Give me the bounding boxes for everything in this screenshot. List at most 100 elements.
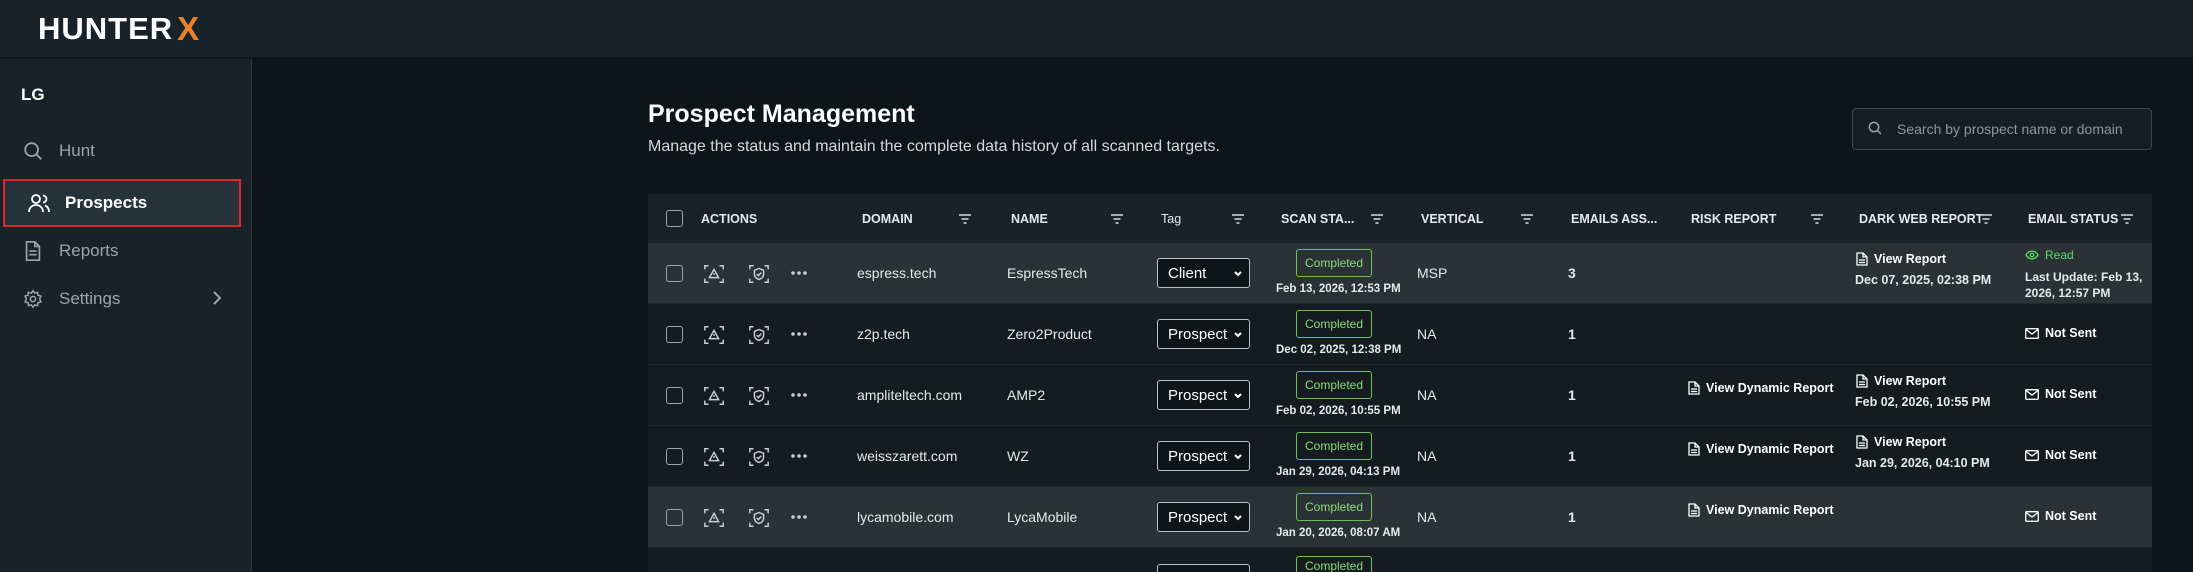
scan-icon[interactable] [702,262,726,286]
dark-web-label: View Report [1874,435,1947,449]
header-name[interactable]: NAME [1011,194,1048,243]
tag-select[interactable]: Prospect [1157,380,1250,410]
filter-icon[interactable] [1810,194,1824,243]
logo-mark: X [177,10,201,47]
tag-select[interactable] [1157,564,1250,572]
row-checkbox[interactable] [666,509,683,526]
filter-icon[interactable] [2120,194,2134,243]
filter-icon[interactable] [1231,194,1245,243]
scan-date: Feb 02, 2026, 10:55 PM [1276,405,1401,417]
page-title: Prospect Management [648,100,915,128]
email-last-update: Last Update: Feb 13, 2026, 12:57 PM [2025,270,2143,300]
filter-icon[interactable] [1520,194,1534,243]
search-icon [1867,120,1885,138]
header-emails[interactable]: EMAILS ASS... [1571,194,1657,243]
page-subtitle: Manage the status and maintain the compl… [648,138,1220,155]
logo-text: HUNTER [38,11,174,46]
user-initials[interactable]: LG [21,85,45,105]
chevron-down-icon [1233,328,1243,345]
sidebar-item-hunt[interactable]: Hunt [0,127,252,175]
row-checkbox[interactable] [666,387,683,404]
scan-status-badge: Completed [1296,432,1373,460]
row-checkbox[interactable] [666,326,683,343]
row-checkbox[interactable] [666,448,683,465]
view-dark-web-report-link[interactable]: View Report [1856,435,1946,449]
table-row[interactable]: ampliteltech.com AMP2 Prospect Completed Feb… [648,365,2152,426]
search-input[interactable] [1897,121,2147,137]
view-dark-web-report-link[interactable]: View Report [1856,374,1946,388]
search-box[interactable] [1852,108,2152,150]
document-icon [1688,442,1700,456]
more-options-icon[interactable] [787,322,811,346]
more-options-icon[interactable] [787,505,811,529]
name-cell: LycaMobile [1007,509,1078,525]
sidebar-item-reports[interactable]: Reports [0,227,252,275]
select-all-checkbox[interactable] [666,210,683,227]
filter-icon[interactable] [958,194,972,243]
shield-check-icon[interactable] [747,384,771,408]
email-status: Not Sent [2025,448,2096,462]
header-email-status[interactable]: EMAIL STATUS [2028,194,2118,243]
mail-icon [2025,510,2039,522]
header-vertical[interactable]: VERTICAL [1421,194,1484,243]
scan-date: Dec 02, 2025, 12:38 PM [1276,344,1402,356]
sidebar: LG Hunt Prospects Reports Settings [0,59,252,572]
tag-select[interactable]: Prospect [1157,319,1250,349]
scan-icon[interactable] [702,384,726,408]
tag-value: Prospect [1168,325,1228,343]
tag-select[interactable]: Client [1157,258,1250,288]
table-row[interactable]: z2p.tech Zero2Product Prospect Completed Dec… [648,304,2152,365]
tag-select[interactable]: Prospect [1157,502,1250,532]
users-icon [27,191,51,215]
header-scan-status[interactable]: SCAN STA... [1281,194,1354,243]
emails-count: 1 [1568,326,1576,342]
view-dynamic-report-link[interactable]: View Dynamic Report [1688,442,1834,456]
name-cell: Zero2Product [1007,326,1092,342]
table-row[interactable]: lycamobile.com LycaMobile Prospect Complete… [648,487,2152,548]
scan-status-badge: Completed [1296,371,1373,399]
scan-icon[interactable] [702,445,726,469]
shield-check-icon[interactable] [747,323,771,347]
view-dynamic-report-link[interactable]: View Dynamic Report [1688,503,1834,517]
more-options-icon[interactable] [787,261,811,285]
filter-icon[interactable] [1370,194,1384,243]
sidebar-item-settings[interactable]: Settings [0,275,252,323]
email-status-label: Not Sent [2045,326,2097,340]
shield-check-icon[interactable] [747,506,771,530]
sidebar-item-prospects[interactable]: Prospects [3,179,241,227]
emails-count: 1 [1568,509,1576,525]
shield-check-icon[interactable] [747,445,771,469]
tag-select[interactable]: Prospect [1157,441,1250,471]
filter-icon[interactable] [1979,194,1993,243]
scan-icon[interactable] [702,323,726,347]
vertical-cell: NA [1417,387,1437,403]
document-icon [1856,435,1868,449]
email-status-label: Not Sent [2045,387,2097,401]
more-options-icon[interactable] [787,444,811,468]
view-dark-web-report-link[interactable]: View Report [1856,252,1946,266]
scan-date: Jan 29, 2026, 04:13 PM [1276,466,1401,478]
table-row[interactable]: Completed [648,548,2152,572]
shield-check-icon[interactable] [747,262,771,286]
header-domain[interactable]: DOMAIN [862,194,913,243]
table-header: ACTIONS DOMAIN NAME Tag SCAN STA... VERT… [648,194,2152,243]
domain-cell: z2p.tech [857,326,910,342]
table-row[interactable]: weisszarett.com WZ Prospect Completed Jan 29… [648,426,2152,487]
table-row[interactable]: espress.tech EspressTech Client Completed Fe… [648,243,2152,304]
email-status-label: Not Sent [2045,509,2097,523]
row-checkbox[interactable] [666,265,683,282]
search-icon [21,139,45,163]
mail-icon [2025,327,2039,339]
document-icon [1856,374,1868,388]
chevron-down-icon [1233,267,1243,284]
email-status: Not Sent [2025,387,2096,401]
filter-icon[interactable] [1110,194,1124,243]
name-cell: AMP2 [1007,387,1046,403]
scan-icon[interactable] [702,506,726,530]
app-logo[interactable]: HUNTER X [38,10,200,48]
view-dynamic-report-link[interactable]: View Dynamic Report [1688,381,1834,395]
more-options-icon[interactable] [787,383,811,407]
header-dark-web-report[interactable]: DARK WEB REPORT [1859,194,1983,243]
header-tag[interactable]: Tag [1161,194,1181,243]
header-risk-report[interactable]: RISK REPORT [1691,194,1776,243]
